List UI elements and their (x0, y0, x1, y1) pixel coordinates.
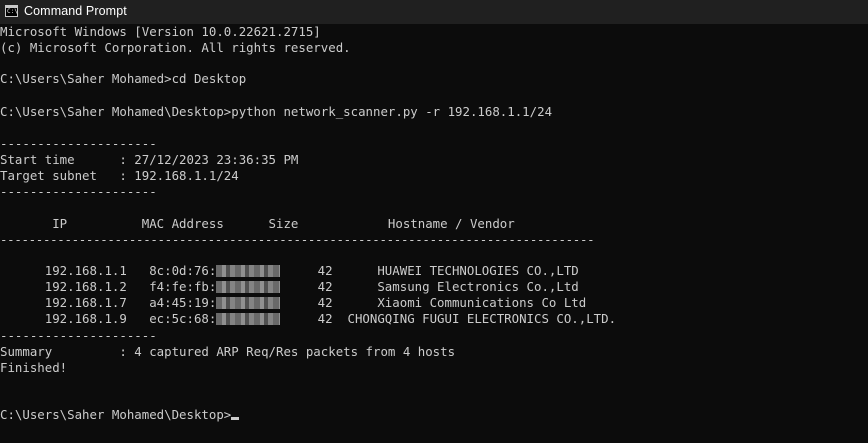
separator-short: --------------------- (0, 136, 157, 151)
cmd-icon: C:\ (5, 5, 18, 17)
table-row: 192.168.1.1 8c:0d:76: 42 HUAWEI TECHNOLO… (0, 247, 579, 278)
prompt-line[interactable]: C:\Users\Saher Mohamed\Desktop> (0, 407, 240, 423)
start-time-line: Start time : 27/12/2023 23:36:35 PM (0, 152, 299, 167)
prompt-text: C:\Users\Saher Mohamed\Desktop> (0, 407, 232, 422)
banner-line-1: Microsoft Windows [Version 10.0.22621.27… (0, 24, 321, 39)
summary-line: Summary : 4 captured ARP Req/Res packets… (0, 344, 456, 359)
separator-short: --------------------- (0, 328, 157, 343)
table-row: 192.168.1.9 ec:5c:68: 42 CHONGQING FUGUI… (0, 295, 616, 326)
size-cell: 42 (317, 311, 333, 326)
redacted-mac (216, 313, 281, 325)
table-row: 192.168.1.2 f4:fe:fb: 42 Samsung Electro… (0, 263, 579, 294)
table-row: 192.168.1.7 a4:45:19: 42 Xiaomi Communic… (0, 279, 586, 310)
command-python: C:\Users\Saher Mohamed\Desktop>python ne… (0, 104, 553, 119)
separator-short: --------------------- (0, 184, 157, 199)
text-cursor (231, 417, 240, 420)
ip-cell: 192.168.1.9 (29, 311, 127, 326)
banner-line-2: (c) Microsoft Corporation. All rights re… (0, 40, 351, 55)
mac-cell: ec:5c:68: (149, 311, 217, 326)
vendor-cell: CHONGQING FUGUI ELECTRONICS CO.,LTD. (332, 311, 617, 326)
target-subnet-line: Target subnet : 192.168.1.1/24 (0, 168, 239, 183)
finished-line: Finished! (0, 360, 68, 375)
console-output[interactable]: Microsoft Windows [Version 10.0.22621.27… (0, 24, 868, 443)
separator-long: ----------------------------------------… (0, 232, 595, 247)
table-header: IP MAC Address Size Hostname / Vendor (0, 216, 515, 231)
command-cd: C:\Users\Saher Mohamed>cd Desktop (0, 71, 247, 86)
window-title: Command Prompt (24, 4, 127, 18)
title-bar[interactable]: C:\ Command Prompt (0, 0, 868, 24)
